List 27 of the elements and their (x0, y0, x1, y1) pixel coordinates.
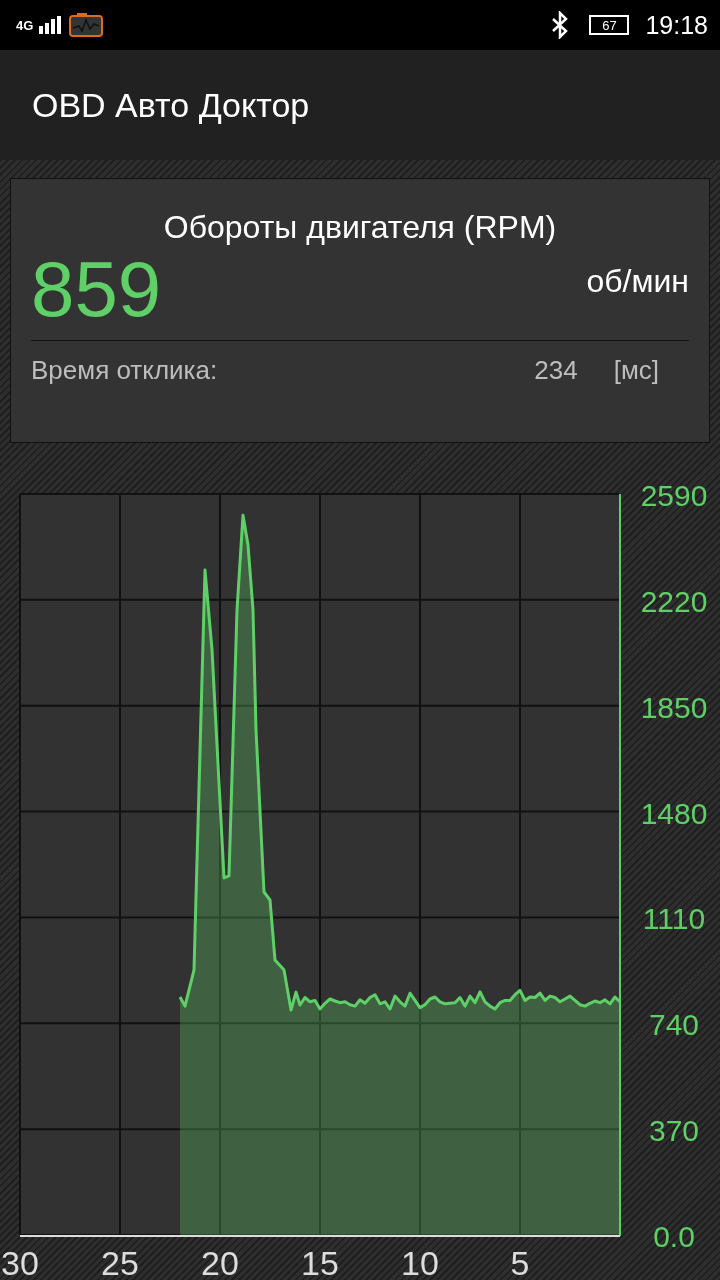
x-axis-label: 15 (301, 1244, 339, 1280)
bluetooth-icon (551, 11, 570, 39)
y-axis-label: 1110 (642, 902, 706, 936)
sensor-value: 859 (31, 250, 162, 328)
network-type: 4G (16, 17, 34, 33)
x-axis-label: 5 (510, 1244, 530, 1280)
x-axis-label: 25 (101, 1244, 139, 1280)
app-title: OBD Авто Доктор (32, 85, 310, 125)
clock: 19:18 (645, 10, 708, 40)
y-axis-label: 2590 (640, 479, 708, 512)
sensor-title: Обороты двигателя (RPM) (163, 209, 557, 246)
y-axis-label: 2220 (640, 584, 708, 618)
y-axis-label: 370 (648, 1114, 700, 1148)
y-axis-label: 740 (648, 1008, 700, 1042)
y-axis-label: 1850 (640, 690, 708, 724)
x-axis-label: 10 (401, 1244, 439, 1280)
response-unit: [мс] (613, 355, 659, 386)
response-label: Время отклика: (31, 355, 218, 386)
y-axis-label: 0.0 (653, 1220, 695, 1253)
response-value: 234 (534, 355, 578, 386)
y-axis-label: 1480 (640, 796, 708, 830)
signal-icon (39, 16, 64, 34)
x-axis-label: 30 (1, 1244, 39, 1280)
battery-icon: 67 (589, 15, 630, 35)
app-icon (69, 12, 104, 38)
x-axis-label: 20 (201, 1244, 239, 1280)
unit-label: об/мин (586, 263, 689, 300)
